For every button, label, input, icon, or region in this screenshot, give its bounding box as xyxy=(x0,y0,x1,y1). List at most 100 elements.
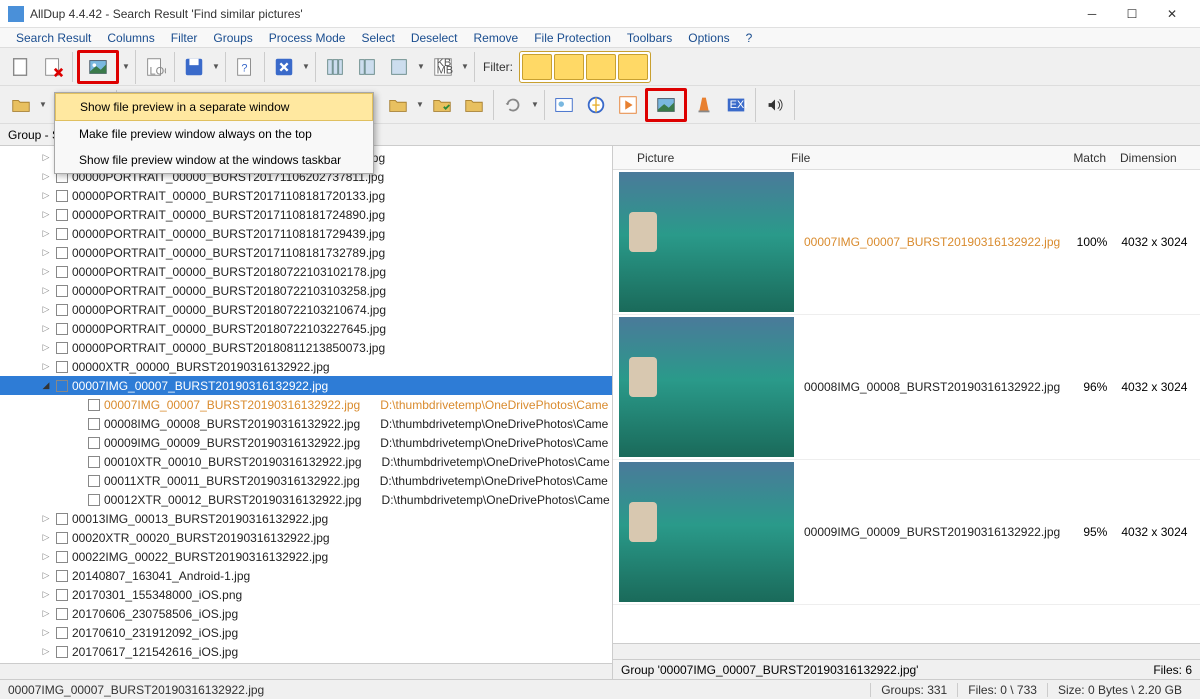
dropdown-item-2[interactable]: Show file preview window at the windows … xyxy=(55,147,373,173)
columns-dropdown-arrow[interactable]: ▼ xyxy=(416,62,426,71)
new-doc-button[interactable] xyxy=(6,52,36,82)
tree-row[interactable]: 00009IMG_00009_BURST20190316132922.jpgD:… xyxy=(0,433,612,452)
maximize-button[interactable]: ☐ xyxy=(1112,0,1152,28)
filter-btn-2[interactable] xyxy=(554,54,584,80)
minimize-button[interactable]: ─ xyxy=(1072,0,1112,28)
menu-columns[interactable]: Columns xyxy=(99,29,162,47)
menu-filter[interactable]: Filter xyxy=(163,29,206,47)
tree-row[interactable]: ▷00013IMG_00013_BURST20190316132922.jpg xyxy=(0,509,612,528)
menu-toolbars[interactable]: Toolbars xyxy=(619,29,680,47)
preview-toggle-button[interactable] xyxy=(77,50,119,84)
tree-row[interactable]: ▷20170301_155348000_iOS.png xyxy=(0,585,612,604)
tree-row[interactable]: ▷00000XTR_00000_BURST20190316132922.jpg xyxy=(0,357,612,376)
checkbox[interactable] xyxy=(56,247,68,259)
tree-row[interactable]: ▷00000PORTRAIT_00000_BURST20180811213850… xyxy=(0,338,612,357)
undo-button[interactable] xyxy=(498,90,528,120)
browser-button[interactable] xyxy=(581,90,611,120)
expand-icon[interactable]: ▷ xyxy=(40,190,52,201)
tree-row[interactable]: ▷00000PORTRAIT_00000_BURST20180722103227… xyxy=(0,319,612,338)
table-row[interactable]: 00007IMG_00007_BURST20190316132922.jpg10… xyxy=(613,170,1200,315)
tree-row[interactable]: 00012XTR_00012_BURST20190316132922.jpgD:… xyxy=(0,490,612,509)
tree-row[interactable]: ▷00000PORTRAIT_00000_BURST20171108181729… xyxy=(0,224,612,243)
checkbox[interactable] xyxy=(56,209,68,221)
checkbox[interactable] xyxy=(56,532,68,544)
sound-button[interactable] xyxy=(760,90,790,120)
expand-icon[interactable]: ▷ xyxy=(40,247,52,258)
columns-button-2[interactable] xyxy=(352,52,382,82)
expand-icon[interactable]: ▷ xyxy=(40,152,52,163)
table-row[interactable]: 00008IMG_00008_BURST20190316132922.jpg96… xyxy=(613,315,1200,460)
folder-up-arrow[interactable]: ▼ xyxy=(38,100,48,109)
checkbox[interactable] xyxy=(56,342,68,354)
checkbox[interactable] xyxy=(88,456,100,468)
folder-open-button[interactable] xyxy=(383,90,413,120)
dropdown-item-1[interactable]: Make file preview window always on the t… xyxy=(55,121,373,147)
filter-btn-1[interactable] xyxy=(522,54,552,80)
save-button[interactable] xyxy=(179,52,209,82)
close-dropdown-arrow[interactable]: ▼ xyxy=(301,62,311,71)
delete-doc-button[interactable] xyxy=(38,52,68,82)
menu-options[interactable]: Options xyxy=(680,29,737,47)
expand-icon[interactable]: ▷ xyxy=(40,551,52,562)
menu-groups[interactable]: Groups xyxy=(205,29,260,47)
folder-open-arrow[interactable]: ▼ xyxy=(415,100,425,109)
menu-select[interactable]: Select xyxy=(353,29,402,47)
table-row[interactable]: 00009IMG_00009_BURST20190316132922.jpg95… xyxy=(613,460,1200,605)
menu--[interactable]: ? xyxy=(738,29,761,47)
menu-process-mode[interactable]: Process Mode xyxy=(261,29,354,47)
kbmb-button[interactable]: KBMB xyxy=(428,52,458,82)
checkbox[interactable] xyxy=(56,589,68,601)
expand-icon[interactable]: ▷ xyxy=(40,304,52,315)
tree-row[interactable]: ▷20170617_121542616_iOS.jpg xyxy=(0,642,612,661)
header-match[interactable]: Match xyxy=(1058,151,1114,165)
checkbox[interactable] xyxy=(88,399,100,411)
expand-icon[interactable]: ▷ xyxy=(40,228,52,239)
checkbox[interactable] xyxy=(56,608,68,620)
checkbox[interactable] xyxy=(56,513,68,525)
checkbox[interactable] xyxy=(56,361,68,373)
right-table-body[interactable]: 00007IMG_00007_BURST20190316132922.jpg10… xyxy=(613,170,1200,643)
tree-row[interactable]: ▷20170610_231912092_iOS.jpg xyxy=(0,623,612,642)
dropdown-item-0[interactable]: Show file preview in a separate window xyxy=(55,93,373,121)
image-preview-button[interactable] xyxy=(645,88,687,122)
expand-icon[interactable]: ▷ xyxy=(40,323,52,334)
checkbox[interactable] xyxy=(56,646,68,658)
expand-icon[interactable]: ▷ xyxy=(40,646,52,657)
expand-icon[interactable]: ▷ xyxy=(40,342,52,353)
expand-icon[interactable]: ▷ xyxy=(40,171,52,182)
menu-file-protection[interactable]: File Protection xyxy=(526,29,619,47)
expand-icon[interactable]: ▷ xyxy=(40,570,52,581)
close-result-button[interactable] xyxy=(269,52,299,82)
undo-arrow[interactable]: ▼ xyxy=(530,100,540,109)
expand-icon[interactable]: ▷ xyxy=(40,361,52,372)
checkbox[interactable] xyxy=(88,437,100,449)
tree-row[interactable]: ▷20170606_230758506_iOS.jpg xyxy=(0,604,612,623)
columns-button-3[interactable] xyxy=(384,52,414,82)
left-hscrollbar[interactable] xyxy=(0,663,612,679)
right-hscrollbar[interactable] xyxy=(613,643,1200,659)
exif-button[interactable]: EXIF xyxy=(721,90,751,120)
play-button[interactable] xyxy=(613,90,643,120)
expand-icon[interactable]: ▷ xyxy=(40,513,52,524)
checkbox[interactable] xyxy=(56,323,68,335)
filter-btn-3[interactable] xyxy=(586,54,616,80)
checkbox[interactable] xyxy=(88,475,100,487)
tree-row[interactable]: 00008IMG_00008_BURST20190316132922.jpgD:… xyxy=(0,414,612,433)
folder-check2-button[interactable] xyxy=(427,90,457,120)
collapse-icon[interactable]: ◢ xyxy=(40,380,52,391)
tree-row[interactable]: ▷00000PORTRAIT_00000_BURST20171108181720… xyxy=(0,186,612,205)
checkbox[interactable] xyxy=(56,304,68,316)
preview-dropdown-arrow[interactable]: ▼ xyxy=(121,62,131,71)
folder-up-button[interactable] xyxy=(6,90,36,120)
checkbox[interactable] xyxy=(56,627,68,639)
header-dimension[interactable]: Dimension xyxy=(1114,151,1200,165)
help-button[interactable]: ? xyxy=(230,52,260,82)
checkbox[interactable] xyxy=(56,266,68,278)
checkbox[interactable] xyxy=(56,190,68,202)
expand-icon[interactable]: ▷ xyxy=(40,266,52,277)
header-picture[interactable]: Picture xyxy=(613,151,791,165)
expand-icon[interactable]: ▷ xyxy=(40,608,52,619)
checkbox[interactable] xyxy=(88,494,100,506)
checkbox[interactable] xyxy=(56,285,68,297)
vlc-button[interactable] xyxy=(689,90,719,120)
